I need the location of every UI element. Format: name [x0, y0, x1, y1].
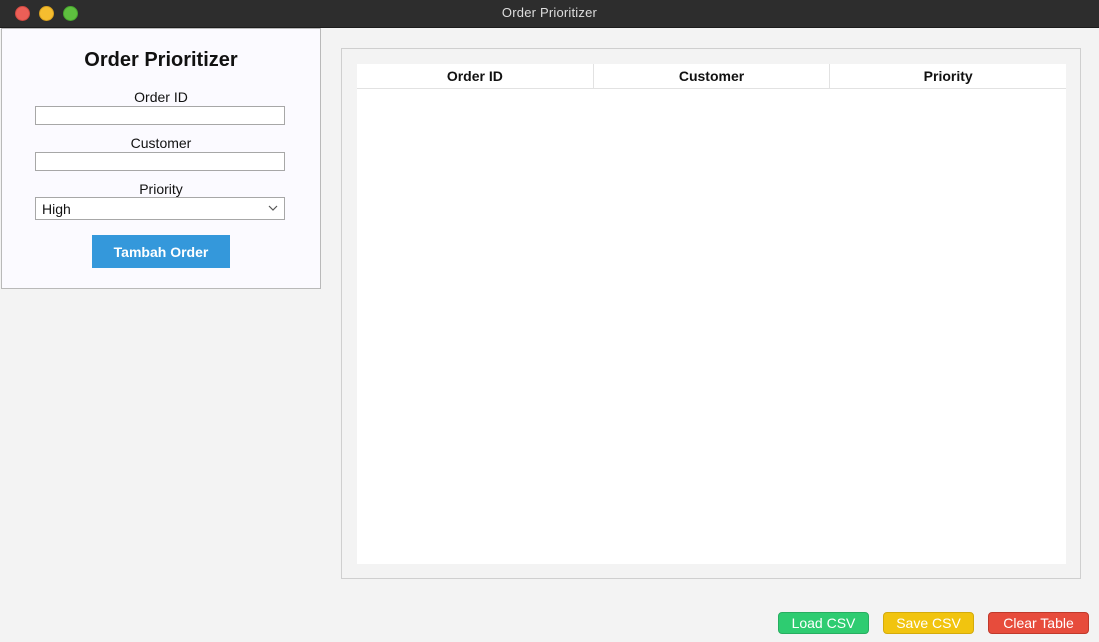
order-id-input[interactable]	[35, 106, 285, 125]
orders-table-frame: Order ID Customer Priority	[341, 48, 1081, 579]
column-header-priority[interactable]: Priority	[830, 64, 1066, 88]
order-form-panel: Order Prioritizer Order ID Customer Prio…	[1, 28, 321, 289]
add-order-button[interactable]: Tambah Order	[92, 235, 230, 268]
clear-table-button[interactable]: Clear Table	[988, 612, 1089, 634]
priority-select[interactable]: High	[35, 197, 285, 220]
orders-table[interactable]: Order ID Customer Priority	[357, 64, 1066, 564]
chevron-down-icon	[268, 205, 278, 211]
priority-label: Priority	[139, 181, 183, 197]
customer-input[interactable]	[35, 152, 285, 171]
load-csv-button[interactable]: Load CSV	[778, 612, 869, 634]
column-header-customer[interactable]: Customer	[594, 64, 831, 88]
column-header-order-id[interactable]: Order ID	[357, 64, 594, 88]
priority-selected-value: High	[42, 201, 71, 217]
customer-label: Customer	[130, 135, 192, 151]
window-title: Order Prioritizer	[501, 5, 598, 20]
table-header: Order ID Customer Priority	[357, 64, 1066, 89]
save-csv-button[interactable]: Save CSV	[883, 612, 974, 634]
form-title: Order Prioritizer	[84, 49, 238, 71]
order-id-label: Order ID	[134, 89, 188, 105]
title-bar: Order Prioritizer	[0, 0, 1099, 28]
